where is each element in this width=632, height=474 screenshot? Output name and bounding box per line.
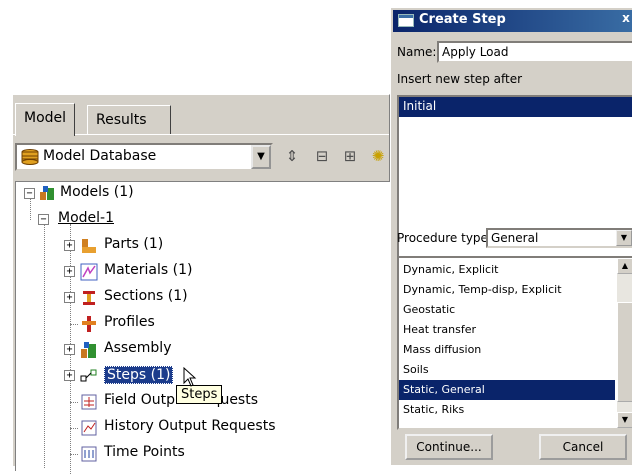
profiles-icon [82,316,96,332]
chevron-down-icon[interactable]: ▼ [616,230,632,246]
insert-after-label: Insert new step after [397,72,523,86]
procedure-scrollbar[interactable]: ▲ ▼ [617,258,632,428]
tree-node-label: History Output Requests [104,418,276,434]
tree-node-label: Profiles [104,314,155,330]
models-icon [40,186,54,200]
tree-node-history-output-requests[interactable]: History Output Requests [16,416,326,440]
tree-toolbar: Model Database ▼ ⇕ ⊟ ⊞ ✺ [15,143,391,171]
list-item[interactable]: Mass diffusion [399,340,615,360]
database-select[interactable]: Model Database ▼ [15,143,273,171]
collapse-icon[interactable]: − [24,188,35,199]
materials-icon [80,263,98,281]
steps-icon [80,369,97,382]
collapse-icon[interactable]: − [38,214,49,225]
tree-connector [70,454,78,455]
history-output-icon [81,420,97,436]
expand-icon[interactable]: + [64,344,75,355]
tree-connector [70,324,78,325]
expand-icon[interactable]: + [64,266,75,277]
sections-icon [83,291,95,305]
scroll-thumb[interactable] [617,302,632,402]
tree-node-label: Sections (1) [104,288,188,304]
tree-node-label: Models (1) [60,184,134,200]
steps-tooltip: Steps [176,385,223,404]
tree-node-parts[interactable]: + Parts (1) [16,234,276,258]
filter-icon[interactable]: ⊞ [339,145,361,167]
lightbulb-icon[interactable]: ✺ [367,145,389,167]
field-output-icon [81,394,97,410]
create-step-dialog: Create Step x Name: Insert new step afte… [390,7,632,465]
mouse-pointer-icon [183,367,197,387]
close-button[interactable]: x [619,11,632,27]
name-label: Name: [397,45,437,59]
parts-icon [82,239,96,253]
tree-node-profiles[interactable]: Profiles [16,312,276,336]
list-item[interactable]: Dynamic, Explicit [399,260,615,280]
dialog-titlebar[interactable]: Create Step x [393,10,632,32]
tree-node-materials[interactable]: + Materials (1) [16,260,276,284]
scroll-down-icon[interactable]: ▼ [617,412,632,428]
tree-node-sections[interactable]: + Sections (1) [16,286,276,310]
dialog-title: Create Step [419,12,506,27]
step-item-initial[interactable]: Initial [399,97,632,117]
tab-model[interactable]: Model [15,103,76,136]
database-select-value: Model Database [43,148,157,164]
procedure-type-label: Procedure type: [397,231,492,245]
tree-node-assembly[interactable]: + Assembly [16,338,276,362]
list-item[interactable]: Soils [399,360,615,380]
tree-node-field-output-requests[interactable]: Field Output Requests [16,390,316,414]
assembly-icon [81,342,96,358]
chevron-down-icon[interactable]: ▼ [251,145,271,169]
name-input[interactable] [437,41,632,63]
model-tree: − Models (1) − Model-1 + Parts (1) + Mat… [15,181,391,474]
tree-node-steps[interactable]: + Steps (1) [16,364,276,388]
tree-connector [70,402,78,403]
tree-node-label: Materials (1) [104,262,193,278]
scroll-up-icon[interactable]: ▲ [617,258,632,274]
list-item-selected[interactable]: Static, General [399,380,615,400]
list-item[interactable]: Geostatic [399,300,615,320]
tab-results[interactable]: Results [87,105,171,135]
expand-icon[interactable]: + [64,240,75,251]
list-item[interactable]: Static, Riks [399,400,615,420]
expand-icon[interactable]: + [64,292,75,303]
sort-updown-icon[interactable]: ⇕ [281,145,303,167]
procedure-type-value: General [491,231,539,245]
procedure-type-select[interactable]: General ▼ [486,228,632,248]
tree-node-label: Assembly [104,340,172,356]
procedure-list[interactable]: Dynamic, Explicit Dynamic, Temp-disp, Ex… [397,256,632,430]
tree-node-label: Parts (1) [104,236,164,252]
database-icon [21,149,39,165]
expand-tree-icon[interactable]: ⊟ [311,145,333,167]
tree-node-model-1[interactable]: − Model-1 [16,208,216,232]
tree-connector [70,428,78,429]
list-item[interactable]: Heat transfer [399,320,615,340]
continue-button[interactable]: Continue... [405,434,493,460]
cancel-button[interactable]: Cancel [539,434,627,460]
expand-icon[interactable]: + [64,370,75,381]
tree-node-label: Time Points [104,444,185,460]
window-icon [398,14,414,27]
tree-node-time-points[interactable]: Time Points [16,442,276,466]
tree-node-label: Steps (1) [104,366,174,384]
model-tree-panel: Model Results Model Database ▼ ⇕ ⊟ ⊞ ✺ − [12,94,391,474]
time-points-icon [81,446,97,462]
tree-node-label: Model-1 [58,210,114,226]
tree-node-models[interactable]: − Models (1) [16,182,216,206]
list-item[interactable]: Dynamic, Temp-disp, Explicit [399,280,615,300]
